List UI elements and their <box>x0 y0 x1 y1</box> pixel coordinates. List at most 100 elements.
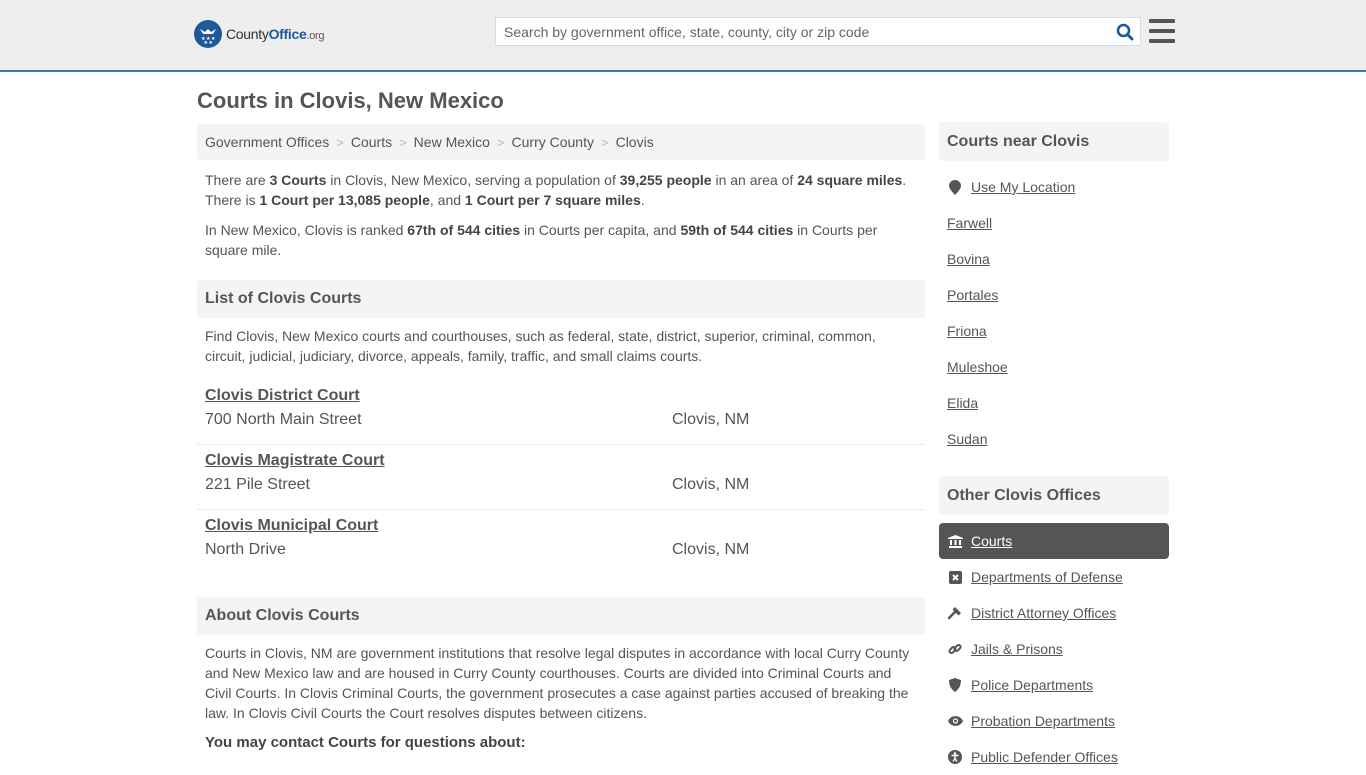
breadcrumb-separator: > <box>399 134 407 150</box>
office-link-label[interactable]: Probation Departments <box>971 713 1115 729</box>
office-link-label[interactable]: Public Defender Offices <box>971 749 1118 765</box>
text: , and <box>429 192 465 208</box>
eye-icon <box>947 716 963 726</box>
breadcrumb-courts[interactable]: Courts <box>351 134 392 150</box>
nearby-city-link[interactable]: Sudan <box>947 431 987 447</box>
other-offices-heading: Other Clovis Offices <box>939 476 1169 515</box>
menu-bar <box>1149 29 1175 33</box>
text: There are <box>205 172 270 188</box>
nearby-city-elida[interactable]: Elida <box>939 385 1169 421</box>
court-row: Clovis Magistrate Court 221 Pile Street … <box>197 445 925 510</box>
breadcrumb-separator: > <box>336 134 344 150</box>
nearby-city-link[interactable]: Bovina <box>947 251 990 267</box>
shield-icon <box>947 678 963 692</box>
hamburger-menu-icon[interactable] <box>1149 19 1175 43</box>
close-box-icon <box>947 570 963 584</box>
logo-brand-tld: .org <box>306 30 325 42</box>
court-list: Clovis District Court 700 North Main Str… <box>197 380 925 575</box>
search-icon <box>1116 23 1134 40</box>
court-name-link[interactable]: Clovis Municipal Court <box>205 516 378 536</box>
courthouse-icon <box>947 534 963 548</box>
court-address: 221 Pile Street <box>205 476 310 493</box>
nearby-city-bovina[interactable]: Bovina <box>939 241 1169 277</box>
summary-paragraph: There are 3 Courts in Clovis, New Mexico… <box>197 170 925 210</box>
nearby-heading: Courts near Clovis <box>939 122 1169 161</box>
office-link-police[interactable]: Police Departments <box>939 667 1169 703</box>
office-link-label[interactable]: District Attorney Offices <box>971 605 1116 621</box>
office-link-departments-of-defense[interactable]: Departments of Defense <box>939 559 1169 595</box>
office-link-courts[interactable]: Courts <box>939 523 1169 559</box>
breadcrumb-government-offices[interactable]: Government Offices <box>205 134 329 150</box>
court-city: Clovis, NM <box>672 476 750 493</box>
page-title: Courts in Clovis, New Mexico <box>197 88 504 113</box>
court-row: Clovis District Court 700 North Main Str… <box>197 380 925 445</box>
gavel-icon <box>947 606 963 620</box>
search-bar <box>495 17 1141 46</box>
nearby-city-link[interactable]: Elida <box>947 395 978 411</box>
text: . <box>640 192 645 208</box>
nearby-city-friona[interactable]: Friona <box>939 313 1169 349</box>
site-logo[interactable]: ★ ★ ★ ★ ★ CountyOffice.org <box>194 20 325 48</box>
site-header: ★ ★ ★ ★ ★ CountyOffice.org <box>0 0 1366 72</box>
nearby-city-link[interactable]: Portales <box>947 287 998 303</box>
nearby-city-sudan[interactable]: Sudan <box>939 421 1169 457</box>
nearby-city-farwell[interactable]: Farwell <box>939 205 1169 241</box>
court-address: North Drive <box>205 541 286 558</box>
sidebar: Courts near Clovis Use My Location Farwe… <box>939 122 1169 775</box>
population: 39,255 people <box>619 172 712 188</box>
breadcrumb-clovis: Clovis <box>615 134 654 150</box>
rank-per-capita: 67th of 544 cities <box>407 222 521 238</box>
text: in an area of <box>711 172 798 188</box>
contact-heading: You may contact Courts for questions abo… <box>205 734 526 751</box>
text: in Clovis, New Mexico, serving a populat… <box>326 172 620 188</box>
nearby-city-link[interactable]: Farwell <box>947 215 992 231</box>
accessibility-icon <box>947 750 963 764</box>
breadcrumb: Government Offices > Courts > New Mexico… <box>197 124 925 160</box>
court-city: Clovis, NM <box>672 541 750 558</box>
use-my-location-label[interactable]: Use My Location <box>971 179 1075 195</box>
office-link-district-attorney[interactable]: District Attorney Offices <box>939 595 1169 631</box>
logo-brand-accent: Office <box>268 26 307 42</box>
map-marker-icon <box>947 179 963 195</box>
nearby-city-muleshoe[interactable]: Muleshoe <box>939 349 1169 385</box>
list-section-heading: List of Clovis Courts <box>197 280 925 318</box>
rank-per-area: 59th of 544 cities <box>680 222 794 238</box>
office-link-probation[interactable]: Probation Departments <box>939 703 1169 739</box>
nearby-city-portales[interactable]: Portales <box>939 277 1169 313</box>
text: In New Mexico, Clovis is ranked <box>205 222 408 238</box>
text: in Courts per capita, and <box>520 222 681 238</box>
use-my-location-link[interactable]: Use My Location <box>939 169 1169 205</box>
search-button[interactable] <box>1110 18 1140 45</box>
main-content: Government Offices > Courts > New Mexico… <box>197 124 925 753</box>
office-link-label[interactable]: Jails & Prisons <box>971 641 1063 657</box>
search-input[interactable] <box>496 18 1110 45</box>
logo-brand-main: County <box>226 26 269 42</box>
list-description: Find Clovis, New Mexico courts and court… <box>205 328 876 364</box>
nearby-city-link[interactable]: Friona <box>947 323 987 339</box>
breadcrumb-new-mexico[interactable]: New Mexico <box>414 134 490 150</box>
office-link-jails-prisons[interactable]: Jails & Prisons <box>939 631 1169 667</box>
office-link-label[interactable]: Police Departments <box>971 677 1093 693</box>
menu-bar <box>1149 19 1175 23</box>
nearby-list: Use My Location Farwell Bovina Portales … <box>939 169 1169 457</box>
court-count: 3 Courts <box>269 172 327 188</box>
breadcrumb-curry-county[interactable]: Curry County <box>512 134 594 150</box>
logo-text: CountyOffice.org <box>226 26 325 42</box>
court-name-link[interactable]: Clovis District Court <box>205 386 360 406</box>
logo-eagle-icon: ★ ★ ★ ★ ★ <box>194 20 222 48</box>
office-link-label[interactable]: Departments of Defense <box>971 569 1123 585</box>
area: 24 square miles <box>797 172 903 188</box>
court-name-link[interactable]: Clovis Magistrate Court <box>205 451 385 471</box>
court-city: Clovis, NM <box>672 411 750 428</box>
chain-link-icon <box>947 642 963 656</box>
about-section-heading: About Clovis Courts <box>197 597 925 635</box>
ranking-paragraph: In New Mexico, Clovis is ranked 67th of … <box>197 220 925 260</box>
breadcrumb-separator: > <box>496 134 505 150</box>
office-link-label[interactable]: Courts <box>971 533 1012 549</box>
office-link-public-defender[interactable]: Public Defender Offices <box>939 739 1169 775</box>
courts-per-people: 1 Court per 13,085 people <box>259 192 430 208</box>
nearby-city-link[interactable]: Muleshoe <box>947 359 1008 375</box>
courts-per-area: 1 Court per 7 square miles <box>464 192 641 208</box>
breadcrumb-separator: > <box>600 134 609 150</box>
menu-bar <box>1149 39 1175 43</box>
